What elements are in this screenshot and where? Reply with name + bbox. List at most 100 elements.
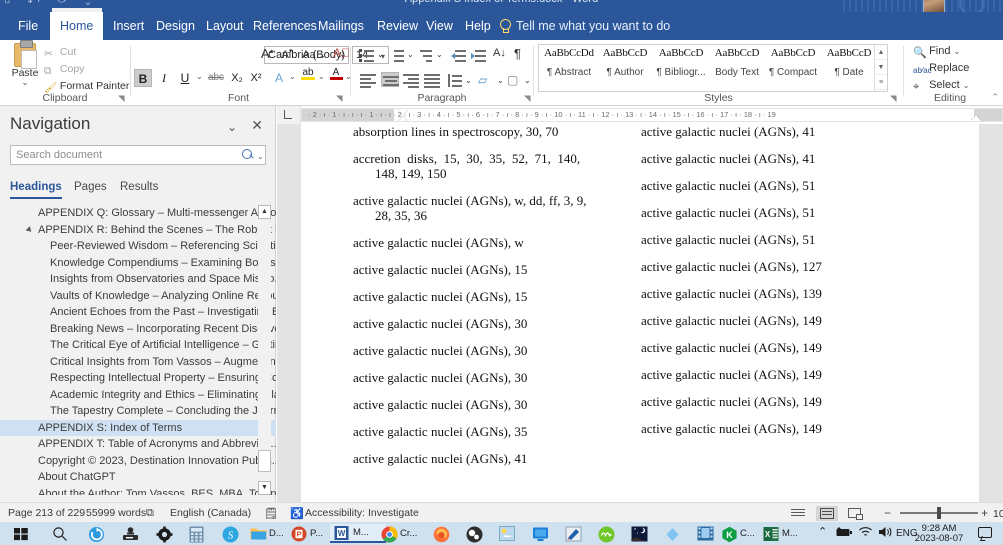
change-case-button[interactable]: Aa ⌄ — [301, 47, 327, 61]
style-item-compact[interactable]: AaBbCcD ¶ Compact — [765, 47, 821, 78]
find-button[interactable]: 🔍 Find ⌄ — [913, 45, 960, 59]
nav-tab-pages[interactable]: Pages — [74, 181, 107, 197]
italic-button[interactable]: I — [155, 69, 173, 87]
text-effects-icon[interactable]: A — [270, 69, 288, 87]
nav-heading-item[interactable]: Insights from Observatories and Space Mi… — [0, 271, 276, 288]
text-effects-caret[interactable]: ⌄ — [289, 72, 296, 81]
copy-button[interactable]: ⧉ Copy — [44, 63, 84, 78]
increase-indent-icon[interactable] — [471, 49, 486, 63]
align-right-icon[interactable] — [403, 74, 419, 88]
paste-dropdown-caret[interactable]: ⌄ — [8, 79, 42, 87]
taskbar-skype[interactable]: S — [217, 524, 243, 543]
accessibility-status[interactable]: Accessibility: Investigate — [305, 507, 419, 519]
cut-button[interactable]: ✂ Cut — [44, 46, 76, 61]
quick-access-toolbar[interactable]: ⌷ ⤺ ⤻ ⌄ — [4, 0, 97, 7]
nav-tab-results[interactable]: Results — [120, 181, 158, 197]
index-entry[interactable]: active galactic nuclei (AGNs), 51 — [641, 205, 941, 220]
battery-icon[interactable] — [836, 527, 853, 541]
styles-scroll-up-icon[interactable]: ▲ — [875, 45, 887, 60]
font-dialog-launcher[interactable]: ◥ — [336, 93, 343, 104]
clipboard-dialog-launcher[interactable]: ◥ — [118, 93, 125, 104]
proofing-errors-icon[interactable]: ⧉ — [146, 507, 154, 520]
search-options-caret[interactable]: ⌄ — [257, 152, 264, 161]
styles-scroll-down-icon[interactable]: ▼ — [875, 60, 887, 75]
zoom-level[interactable]: 100% — [993, 508, 1003, 520]
horizontal-ruler[interactable]: · 2 · ı · 1 · ı · ı · ı · 1 · ı · ı · 2 … — [301, 108, 1003, 122]
document-canvas[interactable]: absorption lines in spectroscopy, 30, 70… — [277, 124, 1003, 502]
web-layout-button[interactable] — [845, 506, 867, 521]
nav-heading-item[interactable]: About ChatGPT — [0, 469, 276, 486]
nav-heading-item[interactable]: The Tapestry Complete – Concluding the J… — [0, 403, 276, 420]
right-indent-marker[interactable] — [971, 115, 981, 121]
taskbar-calculator[interactable] — [184, 524, 210, 543]
taskbar-search-button[interactable] — [47, 524, 73, 543]
shading-icon[interactable]: ▱ — [478, 73, 487, 87]
nav-heading-item[interactable]: Peer-Reviewed Wisdom – Referencing Scien… — [0, 238, 276, 255]
style-item-date[interactable]: AaBbCcD ¶ Date — [821, 47, 877, 78]
navigation-heading-list[interactable]: APPENDIX Q: Glossary – Multi-messenger A… — [0, 205, 276, 495]
index-entry[interactable]: active galactic nuclei (AGNs), 30 — [353, 370, 653, 385]
subscript-button[interactable]: X₂ — [228, 69, 246, 87]
align-left-icon[interactable] — [360, 74, 376, 88]
shrink-font-button[interactable]: A▾ — [279, 47, 295, 61]
index-entry[interactable]: active galactic nuclei (AGNs), 41 — [641, 151, 941, 166]
tab-home[interactable]: Home — [50, 12, 104, 40]
nav-tab-headings[interactable]: Headings — [10, 181, 62, 199]
nav-heading-item[interactable]: APPENDIX S: Index of Terms — [0, 419, 276, 436]
nav-heading-item[interactable]: Academic Integrity and Ethics – Eliminat… — [0, 387, 276, 404]
hanging-indent-marker[interactable] — [398, 116, 408, 121]
superscript-button[interactable]: X² — [247, 69, 265, 87]
search-icon[interactable] — [242, 149, 254, 161]
nav-heading-item[interactable]: Respecting Intellectual Property – Ensur… — [0, 370, 276, 387]
zoom-in-button[interactable]: + — [981, 506, 988, 520]
index-entry[interactable]: active galactic nuclei (AGNs), 127 — [641, 259, 941, 274]
taskbar-task-view[interactable] — [83, 524, 109, 543]
index-entry[interactable]: active galactic nuclei (AGNs), 41 — [353, 451, 653, 466]
index-entry[interactable]: active galactic nuclei (AGNs), 149 — [641, 421, 941, 436]
taskbar-firefox[interactable] — [428, 524, 454, 543]
index-entry[interactable]: active galactic nuclei (AGNs), 149 — [641, 394, 941, 409]
scroll-thumb[interactable] — [258, 450, 271, 472]
word-count[interactable]: 55999 words — [86, 507, 146, 519]
scroll-down-icon[interactable]: ▼ — [258, 481, 271, 495]
decrease-indent-icon[interactable] — [451, 49, 466, 63]
start-button[interactable] — [8, 524, 34, 543]
bold-button[interactable]: B — [134, 69, 152, 87]
taskbar-chrome[interactable]: Cr... — [378, 524, 430, 543]
index-entry[interactable]: active galactic nuclei (AGNs), 149 — [641, 313, 941, 328]
taskbar-media-player[interactable] — [692, 524, 718, 543]
document-page[interactable]: absorption lines in spectroscopy, 30, 70… — [301, 124, 979, 502]
show-hidden-icons-icon[interactable]: ⌃ — [818, 525, 827, 538]
nav-heading-item[interactable]: Copyright © 2023, Destination Innovation… — [0, 453, 276, 470]
nav-heading-item[interactable]: Knowledge Compendiums – Examining Books.… — [0, 255, 276, 272]
close-icon[interactable]: ✕ — [251, 117, 263, 134]
page-indicator[interactable]: Page 213 of 229 — [8, 507, 85, 519]
replace-button[interactable]: ab⁄ac Replace — [913, 62, 969, 79]
navigation-scrollbar[interactable]: ▲ ▼ — [258, 205, 271, 495]
bullet-list-caret[interactable]: ⌄ — [377, 50, 384, 59]
language-indicator[interactable]: English (Canada) — [170, 507, 251, 519]
nav-heading-item[interactable]: Critical Insights from Tom Vassos – Augm… — [0, 354, 276, 371]
nav-heading-item[interactable]: Vaults of Knowledge – Analyzing Online R… — [0, 288, 276, 305]
taskbar-remote-desktop[interactable] — [527, 524, 553, 543]
index-entry[interactable]: absorption lines in spectroscopy, 30, 70 — [353, 124, 653, 139]
index-column-left[interactable]: absorption lines in spectroscopy, 30, 70… — [353, 124, 653, 478]
numbered-list-icon[interactable] — [389, 49, 404, 63]
index-entry[interactable]: active galactic nuclei (AGNs), 30 — [353, 343, 653, 358]
zoom-slider-thumb[interactable] — [937, 507, 941, 519]
font-color-icon[interactable]: A — [327, 68, 345, 86]
taskbar-clock[interactable]: 9:28 AM 2023-08-07 — [910, 524, 968, 544]
strikethrough-button[interactable]: abc — [207, 69, 225, 87]
track-changes-icon[interactable]: 🗒 — [264, 507, 278, 520]
first-line-indent-marker[interactable] — [398, 109, 408, 115]
tab-help[interactable]: Help — [455, 12, 501, 40]
index-entry[interactable]: active galactic nuclei (AGNs), w — [353, 235, 653, 250]
nav-heading-item[interactable]: APPENDIX Q: Glossary – Multi-messenger A… — [0, 205, 276, 222]
taskbar-scanner[interactable] — [117, 524, 143, 543]
clear-formatting-icon[interactable]: A⃫ — [333, 46, 350, 60]
index-entry[interactable]: active galactic nuclei (AGNs), w, dd, ff… — [353, 193, 653, 223]
taskbar-settings[interactable] — [151, 524, 177, 543]
taskbar-obs[interactable] — [461, 524, 487, 543]
style-item-abstract[interactable]: AaBbCcDd ¶ Abstract — [541, 47, 597, 78]
tab-mailings[interactable]: Mailings — [308, 12, 374, 40]
